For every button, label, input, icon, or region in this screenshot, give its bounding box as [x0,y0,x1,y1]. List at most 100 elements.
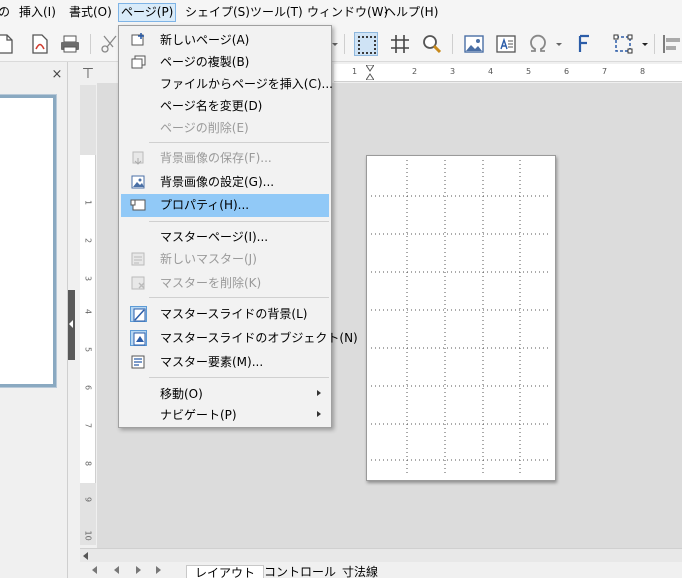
standard-toolbar [0,26,682,62]
prev-tab-icon[interactable] [114,566,119,574]
menu-item-master-pages[interactable]: マスターページ(I)... [121,226,329,248]
scroll-left-icon[interactable] [83,552,88,560]
hruler-label: 4 [488,67,494,76]
menu-item-duplicate-page[interactable]: ページの複製(B) [121,51,329,73]
duplicate-page-icon [130,54,147,70]
menu-item-label: ナビゲート(P) [160,408,237,422]
menu-item-delete-page: ページの削除(E) [121,117,329,139]
zoom-pan-icon[interactable] [420,32,444,56]
menu-item-move[interactable]: 移動(O) [121,383,329,405]
toolbar-separator [452,34,453,54]
toolbar-separator [654,34,655,54]
menu-insert[interactable]: 挿入(I) [17,4,58,23]
menu-item-master-objects[interactable]: マスタースライドのオブジェクト(N) [121,327,358,349]
menu-item-navigate[interactable]: ナビゲート(P) [121,404,329,426]
menu-item-save-background: 背景画像の保存(F)... [121,147,329,169]
special-character-icon[interactable] [526,32,550,56]
menu-item-label: マスタースライドのオブジェクト(N) [160,331,358,345]
menu-format[interactable]: 書式(O) [67,4,114,23]
menu-item-label: プロパティ(H)... [160,198,250,212]
ruler-corner-icon: ⊤ [81,66,95,82]
close-pane-icon[interactable]: × [50,68,64,82]
menu-item-label: ファイルからページを挿入(C)... [160,77,333,91]
menu-item-set-background[interactable]: 背景画像の設定(G)... [121,171,329,193]
menu-item-label: ページ名を変更(D) [160,99,263,113]
menu-shape[interactable]: シェイプ(S) [183,4,252,23]
menu-item-master-background[interactable]: マスタースライドの背景(L) [121,303,329,325]
menu-item-rename-page[interactable]: ページ名を変更(D) [121,95,329,117]
menu-item-label: 背景画像の設定(G)... [160,175,275,189]
vruler-label: 7 [83,422,93,429]
hruler-label: 3 [450,67,456,76]
menu-item-master-elements[interactable]: マスター要素(M)... [121,351,329,373]
vruler-label: 10 [83,530,93,541]
menu-separator [149,297,329,298]
tab-layout[interactable]: レイアウト [186,565,265,578]
page-grid [371,160,551,476]
menu-item-label: 移動(O) [160,387,203,401]
drawing-page[interactable] [366,155,556,481]
hruler-label: 7 [602,67,608,76]
hruler-label: 8 [640,67,646,76]
display-grid-icon[interactable] [354,32,378,56]
align-objects-icon[interactable] [660,32,682,56]
master-objects-icon [130,330,147,346]
menu-tools[interactable]: ツール(T) [248,4,305,23]
menu-bar: の 挿入(I) 書式(O) ページ(P) シェイプ(S) ツール(T) ウィンド… [0,0,682,26]
menu-item-label: マスターページ(I)... [160,230,269,244]
menu-item-label: ページの複製(B) [160,55,250,69]
first-tab-icon[interactable] [92,566,97,574]
menu-help[interactable]: ヘルプ(H) [382,4,440,23]
submenu-arrow-icon [317,390,321,396]
menu-item-delete-master: マスターを削除(K) [121,272,329,294]
horizontal-ruler[interactable]: 1 2 3 4 5 6 7 8 [334,64,682,82]
page-menu-dropdown: 新しいページ(A) ページの複製(B) ファイルからページを挿入(C)... ペ… [118,25,358,428]
insert-textbox-icon[interactable] [494,32,518,56]
toolbar-separator [344,34,345,54]
fontwork-icon[interactable] [572,32,596,56]
slide-thumbnail[interactable] [0,94,57,388]
vruler-label: 8 [83,460,93,467]
print-icon[interactable] [58,32,82,56]
menu-separator [149,221,329,222]
new-document-icon[interactable] [0,32,16,56]
last-tab-icon[interactable] [156,566,161,574]
menu-item-new-page[interactable]: 新しいページ(A) [121,29,329,51]
new-master-icon [130,251,147,267]
new-page-icon [130,32,147,48]
menu-item-label: マスタースライドの背景(L) [160,307,308,321]
dropdown-arrow-icon[interactable] [554,32,564,56]
next-tab-icon[interactable] [136,566,141,574]
snap-grid-icon[interactable] [388,32,412,56]
menu-window[interactable]: ウィンドウ(W) [305,4,390,23]
insert-image-icon[interactable] [462,32,486,56]
menu-item-label: マスターを削除(K) [160,276,262,290]
menu-page[interactable]: ページ(P) [118,3,177,22]
indent-marker-icon[interactable] [366,65,374,80]
vruler-label: 6 [83,384,93,391]
hruler-label: 2 [412,67,418,76]
layer-tab-bar: レイアウト コントロール 寸法線 [80,562,682,578]
horizontal-scrollbar[interactable] [80,548,682,562]
vruler-label: 4 [83,308,93,315]
vertical-ruler[interactable]: 1 2 3 4 5 6 7 8 9 10 [80,85,96,545]
hruler-label: 5 [526,67,532,76]
tab-controls[interactable]: コントロール [256,565,344,578]
hruler-label: 6 [564,67,570,76]
tab-dimension-lines[interactable]: 寸法線 [334,565,386,578]
export-pdf-icon[interactable] [28,32,52,56]
save-background-icon [130,150,147,166]
menu-item-page-properties[interactable]: プロパティ(H)... [121,194,329,217]
menu-item-insert-page-from-file[interactable]: ファイルからページを挿入(C)... [121,73,333,95]
vruler-label: 9 [83,496,93,503]
menu-partial[interactable]: の [0,4,12,23]
vruler-label: 5 [83,346,93,353]
collapse-pane-handle[interactable] [68,290,75,360]
menu-item-label: 背景画像の保存(F)... [160,151,272,165]
hruler-label: 1 [352,67,358,76]
slide-pane: × [0,62,68,578]
vruler-label: 1 [83,199,93,206]
transformations-icon[interactable] [612,32,636,56]
dropdown-arrow-icon[interactable] [640,32,650,56]
vruler-label: 3 [83,275,93,282]
